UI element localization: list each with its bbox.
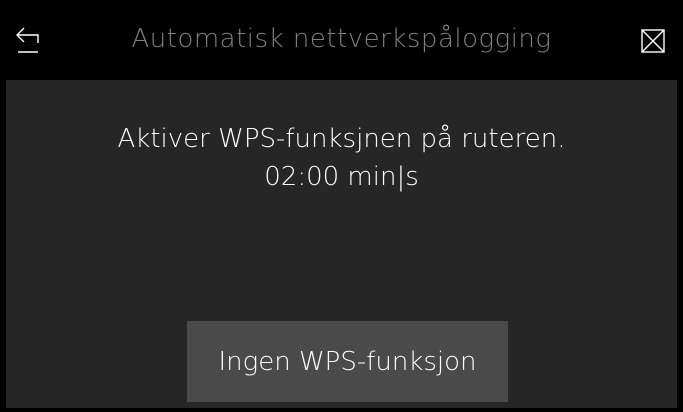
no-wps-button[interactable]: Ingen WPS-funksjon bbox=[187, 321, 508, 402]
wps-login-screen: Automatisk nettverkspålogging Aktiver WP… bbox=[0, 0, 683, 412]
close-icon bbox=[641, 29, 665, 53]
close-button[interactable] bbox=[636, 24, 672, 60]
message-area: Aktiver WPS-funksjnen på ruteren. 02:00 … bbox=[6, 120, 677, 196]
page-title: Automatisk nettverkspålogging bbox=[131, 24, 552, 54]
header-bar: Automatisk nettverkspålogging bbox=[0, 0, 683, 80]
instruction-text: Aktiver WPS-funksjnen på ruteren. bbox=[117, 124, 566, 154]
countdown-timer: 02:00 min|s bbox=[264, 162, 419, 192]
content-panel: Aktiver WPS-funksjnen på ruteren. 02:00 … bbox=[6, 80, 677, 408]
back-button[interactable] bbox=[10, 22, 50, 62]
back-arrow-icon bbox=[16, 27, 39, 53]
